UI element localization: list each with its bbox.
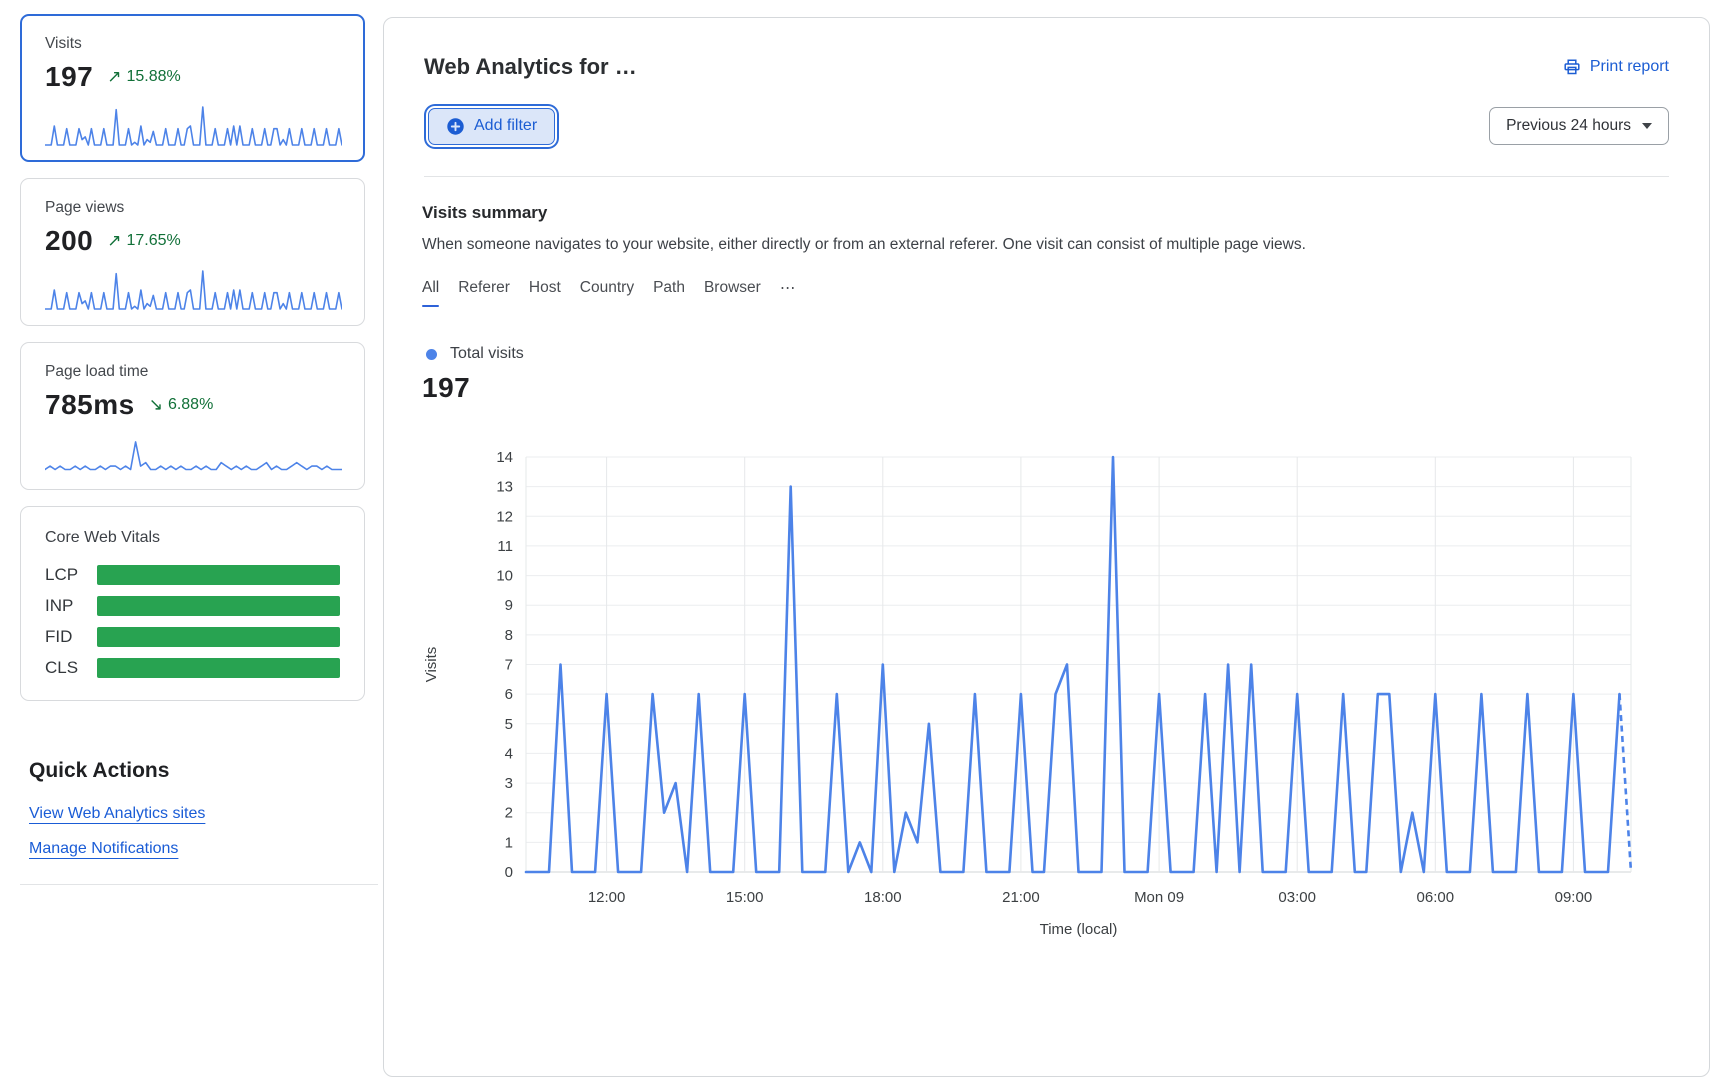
visits-card-label: Visits xyxy=(45,35,340,53)
page-load-time-change: 6.88% xyxy=(168,396,213,414)
page-load-time-card[interactable]: Page load time 785ms ↘ 6.88% xyxy=(20,342,365,490)
view-web-analytics-sites-link[interactable]: View Web Analytics sites xyxy=(29,805,365,823)
tab-all[interactable]: All xyxy=(422,279,439,307)
vital-label-lcp: LCP xyxy=(45,565,97,585)
dimension-tabs: All Referer Host Country Path Browser ⋯ xyxy=(422,279,1671,307)
vital-row-cls: CLS xyxy=(45,658,340,678)
visits-card[interactable]: Visits 197 ↗ 15.88% xyxy=(20,14,365,162)
vital-bar-lcp xyxy=(97,565,340,585)
visits-summary-description: When someone navigates to your website, … xyxy=(422,236,1671,254)
vital-row-lcp: LCP xyxy=(45,565,340,585)
page-title: Web Analytics for … xyxy=(424,54,637,80)
svg-text:0: 0 xyxy=(505,864,513,881)
page-load-time-sparkline xyxy=(45,431,342,475)
print-report-label: Print report xyxy=(1590,58,1669,76)
analytics-panel: Web Analytics for … Print report Add fil… xyxy=(383,17,1710,1077)
add-filter-label: Add filter xyxy=(474,117,537,135)
tab-path[interactable]: Path xyxy=(653,279,685,307)
total-visits-legend-dot-icon xyxy=(426,349,437,360)
vital-label-inp: INP xyxy=(45,596,97,616)
core-web-vitals-card: Core Web Vitals LCP INP FID CLS xyxy=(20,506,365,701)
svg-text:06:00: 06:00 xyxy=(1417,889,1455,906)
vital-label-fid: FID xyxy=(45,627,97,647)
quick-actions-section: Quick Actions View Web Analytics sites M… xyxy=(20,759,365,885)
page-views-sparkline xyxy=(45,267,342,311)
page-views-card[interactable]: Page views 200 ↗ 17.65% xyxy=(20,178,365,326)
svg-text:3: 3 xyxy=(505,775,513,792)
total-visits-legend-label: Total visits xyxy=(450,345,524,363)
time-range-dropdown[interactable]: Previous 24 hours xyxy=(1489,107,1669,145)
svg-text:2: 2 xyxy=(505,805,513,822)
core-web-vitals-title: Core Web Vitals xyxy=(45,529,340,547)
trend-down-arrow-icon: ↘ xyxy=(149,395,163,415)
trend-up-arrow-icon: ↗ xyxy=(107,231,121,251)
sidebar-divider xyxy=(20,884,378,885)
add-filter-button[interactable]: Add filter xyxy=(428,108,555,145)
svg-text:18:00: 18:00 xyxy=(864,889,902,906)
svg-text:15:00: 15:00 xyxy=(726,889,764,906)
svg-text:6: 6 xyxy=(505,686,513,703)
visits-trend: ↗ 15.88% xyxy=(107,67,181,87)
tab-browser[interactable]: Browser xyxy=(704,279,761,307)
vital-label-cls: CLS xyxy=(45,658,97,678)
tab-referer[interactable]: Referer xyxy=(458,279,510,307)
print-report-button[interactable]: Print report xyxy=(1562,57,1669,77)
vital-row-inp: INP xyxy=(45,596,340,616)
svg-text:09:00: 09:00 xyxy=(1555,889,1593,906)
tab-host[interactable]: Host xyxy=(529,279,561,307)
svg-text:Visits: Visits xyxy=(423,647,440,683)
svg-text:Time (local): Time (local) xyxy=(1040,921,1118,937)
chart-legend: Total visits xyxy=(422,345,1671,363)
visits-change: 15.88% xyxy=(126,68,180,86)
page-load-time-card-label: Page load time xyxy=(45,363,340,381)
svg-text:9: 9 xyxy=(505,597,513,614)
chevron-down-icon xyxy=(1642,123,1652,129)
visits-chart: 0123456789101112131412:0015:0018:0021:00… xyxy=(422,432,1671,942)
visits-card-value: 197 xyxy=(45,61,93,93)
page-load-time-trend: ↘ 6.88% xyxy=(149,395,214,415)
vital-bar-cls xyxy=(97,658,340,678)
vital-row-fid: FID xyxy=(45,627,340,647)
svg-text:4: 4 xyxy=(505,745,513,762)
page-views-change: 17.65% xyxy=(126,232,180,250)
page-views-trend: ↗ 17.65% xyxy=(107,231,181,251)
svg-text:5: 5 xyxy=(505,716,513,733)
quick-actions-title: Quick Actions xyxy=(29,759,365,783)
more-tabs-button[interactable]: ⋯ xyxy=(780,279,796,307)
svg-text:14: 14 xyxy=(496,449,513,466)
total-visits-value: 197 xyxy=(422,372,1671,404)
visits-line-chart: 0123456789101112131412:0015:0018:0021:00… xyxy=(422,432,1672,937)
trend-up-arrow-icon: ↗ xyxy=(107,67,121,87)
visits-sparkline xyxy=(45,103,342,147)
tab-country[interactable]: Country xyxy=(580,279,634,307)
page-views-card-label: Page views xyxy=(45,199,340,217)
svg-text:21:00: 21:00 xyxy=(1002,889,1040,906)
vital-bar-fid xyxy=(97,627,340,647)
svg-text:7: 7 xyxy=(505,657,513,674)
svg-text:12: 12 xyxy=(496,508,513,525)
svg-text:11: 11 xyxy=(497,538,513,555)
svg-text:10: 10 xyxy=(496,568,513,585)
printer-icon xyxy=(1562,57,1582,77)
page-load-time-card-value: 785ms xyxy=(45,389,135,421)
metrics-sidebar: Visits 197 ↗ 15.88% Page views 200 ↗ 17.… xyxy=(20,14,365,885)
svg-text:8: 8 xyxy=(505,627,513,644)
svg-text:1: 1 xyxy=(505,834,513,851)
page-views-card-value: 200 xyxy=(45,225,93,257)
svg-text:03:00: 03:00 xyxy=(1278,889,1316,906)
vital-bar-inp xyxy=(97,596,340,616)
svg-text:13: 13 xyxy=(496,479,513,496)
svg-text:12:00: 12:00 xyxy=(588,889,626,906)
visits-summary-title: Visits summary xyxy=(422,203,1671,223)
time-range-label: Previous 24 hours xyxy=(1506,117,1631,135)
manage-notifications-link[interactable]: Manage Notifications xyxy=(29,840,365,858)
svg-text:Mon 09: Mon 09 xyxy=(1134,889,1184,906)
plus-circle-icon xyxy=(446,117,465,136)
